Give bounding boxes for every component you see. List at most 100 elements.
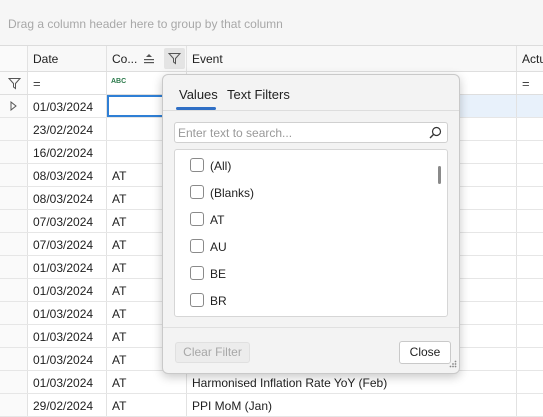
cell-actual[interactable] (517, 371, 543, 393)
cell-date[interactable]: 23/02/2024 (28, 118, 107, 140)
cell-date-text: 01/03/2024 (33, 100, 94, 114)
cell-date[interactable]: 01/03/2024 (28, 256, 107, 278)
table-row[interactable]: 29/02/2024 AT PPI MoM (Jan) (0, 394, 543, 417)
cell-date-text: 23/02/2024 (33, 123, 94, 137)
cell-country-text: AT (112, 192, 127, 206)
cell-date-text: 07/03/2024 (33, 238, 94, 252)
cell-date[interactable]: 01/03/2024 (28, 302, 107, 324)
column-header-actual-label: Actu (522, 52, 543, 66)
cell-country-text: AT (112, 215, 127, 229)
filter-value-label: BE (210, 267, 227, 281)
cell-actual[interactable] (517, 302, 543, 324)
filter-value-item[interactable]: BR (175, 287, 429, 314)
cell-actual[interactable] (517, 279, 543, 301)
cell-event[interactable]: Harmonised Inflation Rate YoY (Feb) (187, 371, 517, 393)
cell-date-text: 01/03/2024 (33, 261, 94, 275)
cell-date[interactable]: 01/03/2024 (28, 279, 107, 301)
cell-date[interactable]: 16/02/2024 (28, 141, 107, 163)
cell-date-text: 01/03/2024 (33, 353, 94, 367)
tab-text-filters[interactable]: Text Filters (227, 87, 290, 102)
table-row[interactable]: 01/03/2024 AT Harmonised Inflation Rate Yo… (0, 371, 543, 394)
row-indicator (0, 210, 28, 232)
column-header-date[interactable]: Date (28, 46, 107, 71)
checkbox[interactable] (190, 158, 204, 172)
filter-value-item[interactable]: AT (175, 206, 429, 233)
close-button[interactable]: Close (399, 341, 451, 364)
filter-value-item[interactable]: BE (175, 260, 429, 287)
filter-search-input[interactable] (178, 125, 418, 140)
cell-actual[interactable] (517, 210, 543, 232)
filter-value-label: AU (210, 240, 227, 254)
cell-country-text: AT (112, 353, 127, 367)
cell-actual[interactable] (517, 141, 543, 163)
cell-date[interactable]: 01/03/2024 (28, 371, 107, 393)
cell-actual[interactable] (517, 164, 543, 186)
equals-operator-icon[interactable]: = (33, 76, 41, 91)
column-header-event[interactable]: Event (187, 46, 517, 71)
list-scrollbar-thumb[interactable] (438, 166, 441, 184)
row-indicator (0, 141, 28, 163)
cell-date-text: 29/02/2024 (33, 399, 94, 413)
sort-icon[interactable] (143, 53, 155, 67)
row-indicator (0, 256, 28, 278)
cell-actual[interactable] (517, 187, 543, 209)
cell-actual[interactable] (517, 256, 543, 278)
row-indicator (0, 325, 28, 347)
cell-actual[interactable] (517, 95, 543, 117)
cell-country-text: AT (112, 169, 127, 183)
checkbox[interactable] (190, 266, 204, 280)
column-header-actual[interactable]: Actu (517, 46, 543, 71)
filter-value-label: BR (210, 294, 227, 308)
cell-actual[interactable] (517, 118, 543, 140)
cell-country[interactable]: AT (107, 394, 187, 416)
cell-country-text: AT (112, 261, 127, 275)
search-icon[interactable] (429, 126, 442, 142)
cell-date[interactable]: 07/03/2024 (28, 233, 107, 255)
cell-actual[interactable] (517, 394, 543, 416)
row-indicator (0, 118, 28, 140)
checkbox[interactable] (190, 293, 204, 307)
cell-country-text: AT (112, 238, 127, 252)
clear-filter-button[interactable]: Clear Filter (175, 342, 250, 363)
cell-event[interactable]: PPI MoM (Jan) (187, 394, 517, 416)
column-header-country-label: Co... (112, 52, 138, 66)
cell-date[interactable]: 01/03/2024 (28, 95, 107, 117)
cell-actual[interactable] (517, 325, 543, 347)
cell-date-text: 01/03/2024 (33, 284, 94, 298)
filter-values-list[interactable]: (All) (Blanks) AT AU BE BR (174, 149, 448, 317)
cell-date[interactable]: 07/03/2024 (28, 210, 107, 232)
row-indicator (0, 187, 28, 209)
filter-icon (8, 78, 21, 90)
column-header-country[interactable]: Co... (107, 46, 187, 71)
filter-search-box[interactable] (174, 122, 448, 143)
cell-actual[interactable] (517, 233, 543, 255)
text-operator-icon[interactable]: ABC (111, 78, 126, 85)
tab-values[interactable]: Values (179, 87, 218, 102)
resize-grip-icon[interactable] (449, 357, 457, 371)
filter-value-item[interactable]: (Blanks) (175, 179, 429, 206)
column-filter-button[interactable] (164, 48, 185, 69)
equals-operator-icon[interactable]: = (522, 76, 530, 91)
cell-date-text: 07/03/2024 (33, 215, 94, 229)
cell-country[interactable]: AT (107, 371, 187, 393)
filter-cell-date[interactable]: = (28, 72, 107, 94)
filter-cell-actual[interactable]: = (517, 72, 543, 94)
row-indicator (0, 233, 28, 255)
checkbox[interactable] (190, 212, 204, 226)
checkbox[interactable] (190, 239, 204, 253)
current-row-arrow-icon (10, 101, 17, 111)
cell-date[interactable]: 01/03/2024 (28, 348, 107, 370)
cell-date[interactable]: 08/03/2024 (28, 164, 107, 186)
filter-value-item[interactable]: AU (175, 233, 429, 260)
cell-actual[interactable] (517, 348, 543, 370)
group-panel[interactable]: Drag a column header here to group by th… (0, 0, 543, 46)
filter-value-item[interactable]: (All) (175, 152, 429, 179)
column-header-event-label: Event (192, 52, 223, 66)
checkbox[interactable] (190, 185, 204, 199)
cell-date[interactable]: 08/03/2024 (28, 187, 107, 209)
group-panel-hint: Drag a column header here to group by th… (8, 17, 283, 31)
cell-date-text: 01/03/2024 (33, 307, 94, 321)
cell-date[interactable]: 29/02/2024 (28, 394, 107, 416)
footer-divider (163, 327, 459, 328)
cell-date[interactable]: 01/03/2024 (28, 325, 107, 347)
